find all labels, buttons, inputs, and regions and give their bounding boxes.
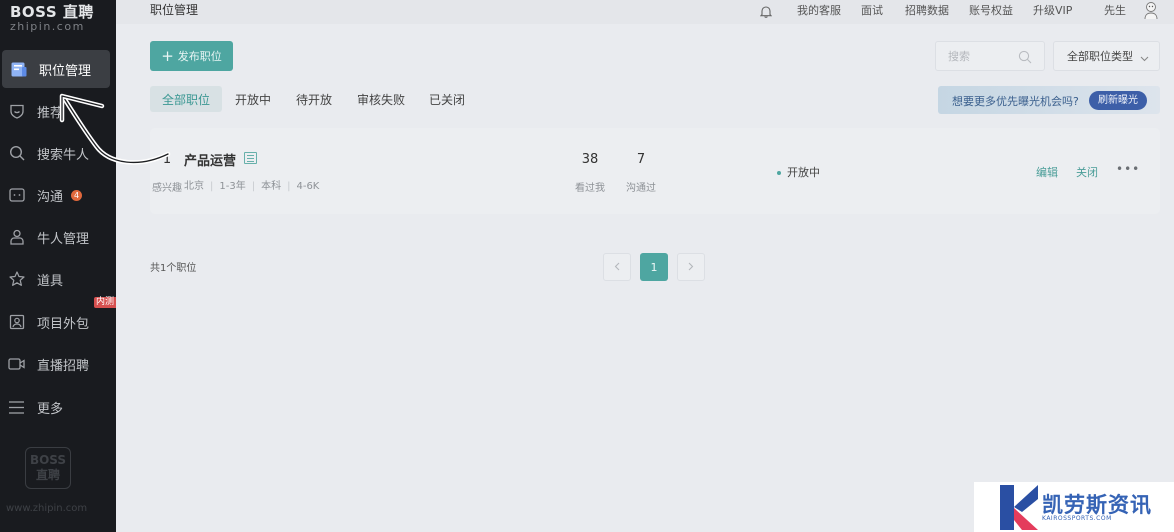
job-city: 北京 [184,181,204,192]
job-type-select-value: 全部职位类型 [1067,50,1133,63]
promo-text: 想要更多优先曝光机会吗? [952,95,1079,108]
job-salary: 4-6K [296,181,320,192]
job-status: 开放中 [777,164,820,180]
topnav-account-rights[interactable]: 账号权益 [969,2,1013,18]
sidebar-item-talent-management[interactable]: 牛人管理 [0,218,116,256]
job-education: 本科 [261,181,282,192]
sidebar: BOSS 直聘 zhipin.com 职位管理 推荐 搜索牛人 沟通 4 牛人管… [0,0,116,532]
topbar: 职位管理 我的客服 面试 招聘数据 账号权益 升级VIP 先生 [116,0,1174,24]
publish-job-button[interactable]: + 发布职位 [150,41,233,71]
stat-label: 沟通过 [626,183,656,194]
search-input[interactable] [936,42,1016,70]
stat-viewed-me[interactable]: 38 看过我 [574,152,606,194]
stat-chatted[interactable]: 7 沟通过 [624,152,658,194]
chevron-down-icon [1140,52,1149,65]
search-box[interactable] [935,41,1045,71]
person-icon [8,229,25,246]
sidebar-item-label: 道具 [37,273,64,289]
star-tool-icon [8,271,25,288]
status-dot [777,171,781,175]
stat-label: 感兴趣 [152,183,182,194]
job-card[interactable]: 产品运营 北京 | 1-3年 | 本科 | 4-6K 38 看过我 7 沟通过 1 感兴趣 … [150,128,1160,214]
brand-domain: KAIROSSPORTS.COM [1042,515,1112,522]
annotation-arrow-icon [59,93,171,165]
beta-tag: 内测 [93,297,116,308]
sidebar-item-label: 职位管理 [39,63,92,79]
edit-job-button[interactable]: 编辑 [1036,164,1058,180]
refresh-exposure-button[interactable]: 刷新曝光 [1089,91,1147,110]
brand-watermark: 凯劳斯资讯 KAIROSSPORTS.COM [974,482,1174,532]
sidebar-watermark-logo: BOSS 直聘 [25,447,71,489]
more-options-icon[interactable]: ••• [1116,162,1140,176]
sidebar-item-label: 直播招聘 [37,358,90,374]
topnav-interview[interactable]: 面试 [861,2,883,18]
chevron-right-icon [688,261,694,274]
tab-review-failed[interactable]: 审核失败 [354,86,408,112]
sidebar-footer-url: www.zhipin.com [6,503,88,514]
job-status-text: 开放中 [787,166,820,179]
prev-page-button[interactable] [603,253,631,281]
sidebar-item-chat[interactable]: 沟通 4 [0,176,116,214]
avatar[interactable] [1142,0,1160,20]
video-camera-icon [8,356,25,373]
unread-badge: 4 [71,189,83,201]
sidebar-item-live-recruit[interactable]: 直播招聘 [0,345,116,383]
watermark-line: 直聘 [35,468,60,482]
stat-label: 看过我 [575,183,605,194]
sidebar-item-label: 沟通 [37,189,64,205]
close-job-button[interactable]: 关闭 [1076,164,1098,180]
topnav-recruit-data[interactable]: 招聘数据 [905,2,949,18]
menu-icon [8,399,25,416]
brand-logo-icon [1000,485,1038,530]
next-page-button[interactable] [677,253,705,281]
sidebar-item-label: 更多 [37,401,64,417]
search-icon[interactable] [1018,49,1032,68]
stat-value: 38 [581,152,599,167]
shield-icon [8,103,25,120]
sidebar-item-more[interactable]: 更多 [0,388,116,426]
logo-domain: zhipin.com [10,20,85,33]
job-title[interactable]: 产品运营 [184,150,236,169]
sidebar-item-label: 牛人管理 [37,231,90,247]
job-type-select[interactable]: 全部职位类型 [1053,41,1160,71]
page-button-current[interactable]: 1 [640,253,668,281]
topnav-user-name[interactable]: 先生 [1104,2,1126,18]
job-meta: 北京 | 1-3年 | 本科 | 4-6K [184,181,320,192]
topnav-upgrade-vip[interactable]: 升级VIP [1033,2,1072,18]
logo-text: BOSS 直聘 [10,3,94,21]
total-count: 共1个职位 [150,263,197,274]
tab-pending[interactable]: 待开放 [292,86,336,112]
search-icon [8,145,25,162]
publish-job-label: 发布职位 [177,50,222,63]
chat-icon [8,187,25,204]
bell-icon[interactable] [759,3,773,22]
boss-logo[interactable]: BOSS 直聘 zhipin.com [10,3,94,33]
job-list-icon [10,61,27,78]
portrait-icon [8,314,25,331]
sidebar-item-label: 项目外包 [37,316,90,332]
stat-value: 7 [636,152,646,167]
sidebar-item-outsourcing[interactable]: 项目外包 内测 [0,297,116,341]
plus-icon: + [161,46,174,65]
page-title: 职位管理 [150,3,199,17]
sidebar-item-job-management[interactable]: 职位管理 [2,50,110,88]
tab-open[interactable]: 开放中 [232,86,274,112]
chevron-left-icon [614,261,620,274]
job-experience: 1-3年 [219,181,246,192]
document-icon [244,152,257,164]
exposure-promo-banner: 想要更多优先曝光机会吗? 刷新曝光 [938,86,1160,114]
watermark-line: BOSS [29,453,67,467]
topnav-customer-service[interactable]: 我的客服 [797,2,841,18]
sidebar-item-props[interactable]: 道具 [0,260,116,298]
tab-closed[interactable]: 已关闭 [426,86,468,112]
